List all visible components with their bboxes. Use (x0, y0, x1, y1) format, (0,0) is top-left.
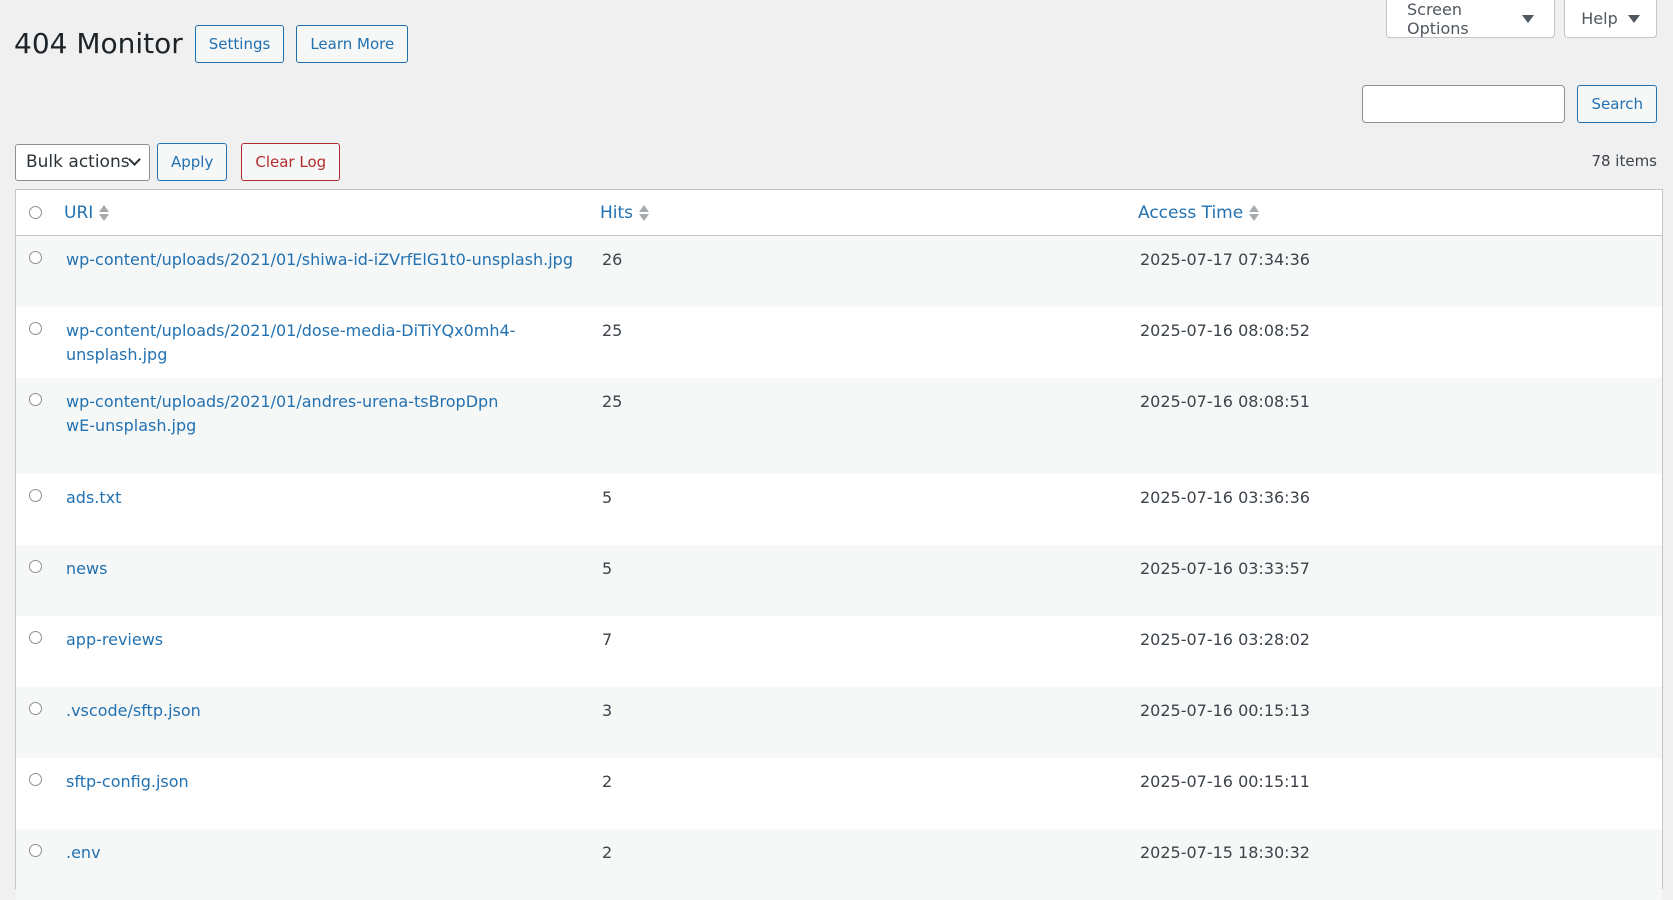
uri-link[interactable]: .vscode/sftp.json (66, 699, 586, 723)
table-row: sftp-config.json 2 2025-07-16 00:15:11 (16, 758, 1662, 829)
uri-link[interactable]: sftp-config.json (66, 770, 586, 794)
chevron-down-icon (128, 153, 141, 166)
screen-options-button[interactable]: Screen Options (1386, 0, 1555, 38)
uri-link[interactable]: news (66, 557, 586, 581)
table-header: URI Hits Access Time (16, 190, 1662, 236)
column-header-label: Hits (600, 203, 634, 223)
access-time-value: 2025-07-16 08:08:51 (1140, 392, 1310, 411)
table-row: wp-content/uploads/2021/01/andres-urena-… (16, 378, 1662, 474)
access-time-value: 2025-07-16 03:33:57 (1140, 559, 1310, 578)
search-box: Search (1362, 85, 1657, 123)
column-header-hits[interactable]: Hits (600, 190, 650, 236)
hits-value: 7 (602, 630, 613, 649)
uri-link[interactable]: wp-content/uploads/2021/01/dose-media-Di… (66, 319, 586, 367)
caret-down-icon (1627, 14, 1640, 23)
row-checkbox[interactable] (29, 393, 42, 406)
table-row: wp-content/uploads/2021/01/dose-media-Di… (16, 307, 1662, 378)
table-row: ads.txt 5 2025-07-16 03:36:36 (16, 474, 1662, 545)
column-header-label: Access Time (1138, 203, 1244, 223)
bulk-actions-select[interactable]: Bulk actions (15, 143, 150, 181)
column-header-access-time[interactable]: Access Time (1138, 190, 1260, 236)
row-checkbox[interactable] (29, 844, 42, 857)
uri-link[interactable]: app-reviews (66, 628, 586, 652)
sort-icon (99, 205, 110, 221)
clear-log-button[interactable]: Clear Log (241, 143, 341, 181)
sort-icon (1249, 205, 1260, 221)
row-checkbox[interactable] (29, 631, 42, 644)
help-button[interactable]: Help (1564, 0, 1657, 38)
access-time-value: 2025-07-16 03:28:02 (1140, 630, 1310, 649)
page-title: 404 Monitor (14, 27, 183, 60)
bulk-actions-label: Bulk actions (26, 152, 130, 172)
column-header-label: URI (64, 203, 94, 223)
table-row: app-reviews 7 2025-07-16 03:28:02 (16, 616, 1662, 687)
row-checkbox[interactable] (29, 560, 42, 573)
page-header: 404 Monitor Settings Learn More (14, 25, 420, 63)
caret-down-icon (1522, 14, 1534, 23)
column-header-uri[interactable]: URI (64, 190, 110, 236)
tablenav: Bulk actions Apply Clear Log (15, 143, 352, 181)
sort-icon (639, 205, 650, 221)
uri-link[interactable]: wp-content/uploads/2021/01/andres-urena-… (66, 390, 506, 438)
row-checkbox[interactable] (29, 251, 42, 264)
hits-value: 3 (602, 701, 613, 720)
access-time-value: 2025-07-15 18:30:32 (1140, 843, 1310, 862)
apply-button[interactable]: Apply (157, 143, 228, 181)
hits-value: 25 (602, 321, 623, 340)
items-count: 78 items (1591, 152, 1657, 170)
uri-link[interactable]: wp-content/uploads/2021/01/shiwa-id-iZVr… (66, 248, 586, 272)
settings-button[interactable]: Settings (194, 25, 285, 63)
hits-value: 5 (602, 559, 613, 578)
access-time-value: 2025-07-16 00:15:11 (1140, 772, 1310, 791)
search-input[interactable] (1362, 85, 1566, 123)
hits-value: 2 (602, 772, 613, 791)
hits-value: 5 (602, 488, 613, 507)
log-table: URI Hits Access Time wp-content/uploads/… (15, 189, 1663, 900)
access-time-value: 2025-07-16 08:08:52 (1140, 321, 1310, 340)
uri-link[interactable]: .env (66, 841, 586, 865)
row-checkbox[interactable] (29, 322, 42, 335)
uri-link[interactable]: ads.txt (66, 486, 586, 510)
select-all-checkbox[interactable] (29, 206, 42, 219)
row-checkbox[interactable] (29, 773, 42, 786)
table-row: wp-content/uploads/2021/01/shiwa-id-iZVr… (16, 236, 1662, 307)
screen-meta: Screen Options Help (1386, 0, 1657, 38)
screen-options-label: Screen Options (1407, 0, 1469, 38)
hits-value: 25 (602, 392, 623, 411)
table-row: news 5 2025-07-16 03:33:57 (16, 545, 1662, 616)
table-row: .env 2 2025-07-15 18:30:32 (16, 829, 1662, 900)
access-time-value: 2025-07-16 00:15:13 (1140, 701, 1310, 720)
row-checkbox[interactable] (29, 489, 42, 502)
row-checkbox[interactable] (29, 702, 42, 715)
table-row: .vscode/sftp.json 3 2025-07-16 00:15:13 (16, 687, 1662, 758)
hits-value: 26 (602, 250, 623, 269)
access-time-value: 2025-07-17 07:34:36 (1140, 250, 1310, 269)
search-button[interactable]: Search (1577, 85, 1657, 123)
learn-more-button[interactable]: Learn More (296, 25, 409, 63)
help-label: Help (1581, 9, 1618, 28)
access-time-value: 2025-07-16 03:36:36 (1140, 488, 1310, 507)
hits-value: 2 (602, 843, 613, 862)
